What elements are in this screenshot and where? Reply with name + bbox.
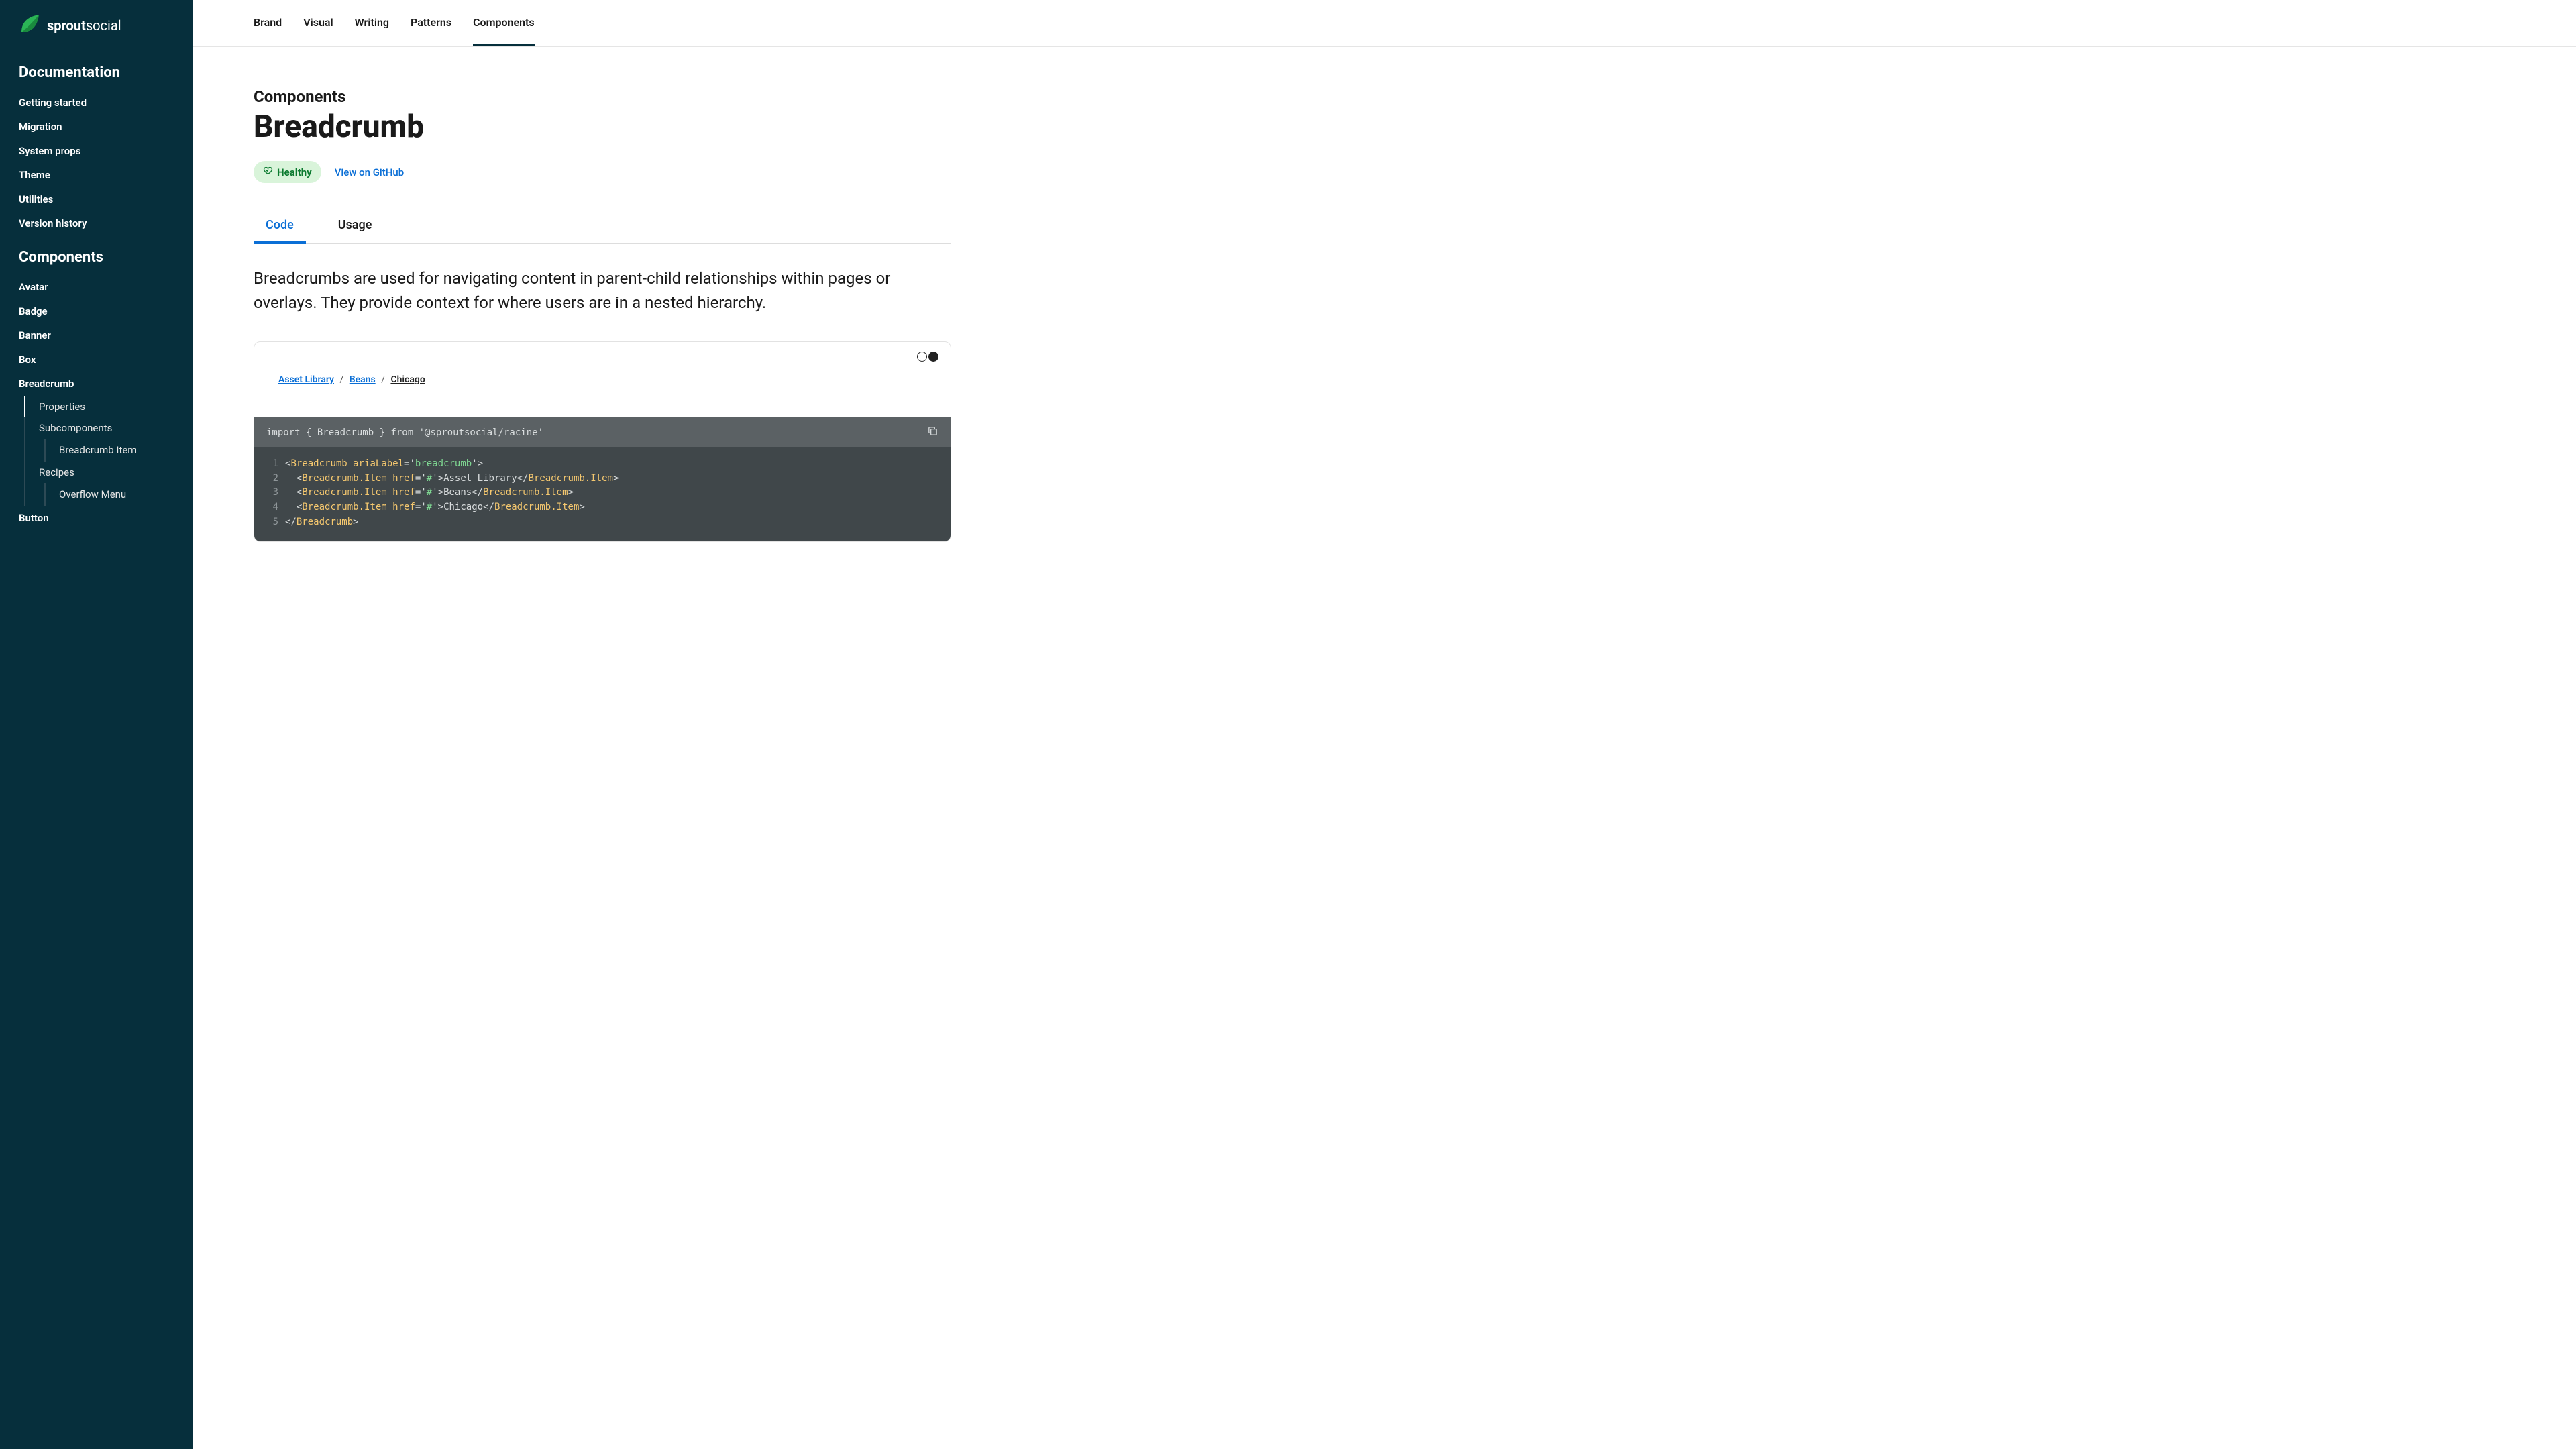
sidebar-item-banner[interactable]: Banner: [0, 323, 193, 347]
sidebar-item-box[interactable]: Box: [0, 347, 193, 372]
main: Brand Visual Writing Patterns Components…: [193, 0, 2576, 1449]
sidebar-item-migration[interactable]: Migration: [0, 115, 193, 139]
copy-icon[interactable]: [927, 425, 938, 439]
nav-writing[interactable]: Writing: [355, 0, 389, 46]
nav-visual[interactable]: Visual: [303, 0, 333, 46]
sidebar-sub-properties[interactable]: Properties: [0, 396, 193, 417]
code-line: 5</Breadcrumb>: [266, 515, 938, 530]
sidebar-item-system-props[interactable]: System props: [0, 139, 193, 163]
sidebar-sub-subcomponents[interactable]: Subcomponents: [0, 417, 193, 439]
status-badge: Healthy: [254, 161, 321, 183]
theme-toggle: [917, 352, 938, 362]
tab-code[interactable]: Code: [254, 211, 306, 244]
sidebar-item-button[interactable]: Button: [0, 506, 193, 530]
code-line: 4 <Breadcrumb.Item href='#'>Chicago</Bre…: [266, 500, 938, 515]
sidebar: sproutsocial Documentation Getting start…: [0, 0, 193, 1449]
crumb-asset-library[interactable]: Asset Library: [278, 374, 334, 385]
theme-dark-button[interactable]: [928, 352, 938, 362]
content: Components Breadcrumb Healthy View on Gi…: [193, 47, 1012, 569]
import-bar: import { Breadcrumb } from '@sproutsocia…: [254, 417, 951, 447]
leaf-icon: [19, 13, 40, 38]
code-line: 1<Breadcrumb ariaLabel='breadcrumb'>: [266, 457, 938, 472]
crumb-beans[interactable]: Beans: [350, 374, 376, 385]
theme-light-button[interactable]: [917, 352, 927, 362]
sidebar-item-getting-started[interactable]: Getting started: [0, 91, 193, 115]
import-statement: import { Breadcrumb } from '@sproutsocia…: [266, 427, 543, 438]
example-card: Asset Library / Beans / Chicago import {…: [254, 341, 951, 542]
crumb-separator: /: [378, 374, 388, 385]
sidebar-item-avatar[interactable]: Avatar: [0, 275, 193, 299]
nav-patterns[interactable]: Patterns: [411, 0, 451, 46]
sidebar-sub-breadcrumb-item[interactable]: Breadcrumb Item: [0, 439, 193, 462]
code-line: 2 <Breadcrumb.Item href='#'>Asset Librar…: [266, 472, 938, 486]
top-nav: Brand Visual Writing Patterns Components: [193, 0, 2576, 47]
sidebar-item-theme[interactable]: Theme: [0, 163, 193, 187]
code-block[interactable]: 1<Breadcrumb ariaLabel='breadcrumb'> 2 <…: [254, 447, 951, 541]
logo[interactable]: sproutsocial: [0, 13, 193, 51]
page-eyebrow: Components: [254, 87, 951, 106]
sidebar-item-breadcrumb[interactable]: Breadcrumb: [0, 372, 193, 396]
breadcrumb-demo: Asset Library / Beans / Chicago: [278, 374, 926, 385]
sidebar-item-version-history[interactable]: Version history: [0, 211, 193, 235]
tab-usage[interactable]: Usage: [326, 211, 384, 244]
status-badge-label: Healthy: [277, 166, 312, 178]
lead-paragraph: Breadcrumbs are used for navigating cont…: [254, 266, 951, 315]
heart-icon: [263, 166, 273, 178]
sidebar-sub-overflow-menu[interactable]: Overflow Menu: [0, 483, 193, 506]
sidebar-heading-documentation: Documentation: [0, 51, 193, 91]
logo-text: sproutsocial: [47, 17, 121, 34]
meta-row: Healthy View on GitHub: [254, 161, 951, 183]
crumb-chicago[interactable]: Chicago: [390, 374, 425, 385]
sidebar-item-utilities[interactable]: Utilities: [0, 187, 193, 211]
sidebar-heading-components: Components: [0, 235, 193, 275]
code-line: 3 <Breadcrumb.Item href='#'>Beans</Bread…: [266, 486, 938, 500]
sidebar-sub-recipes[interactable]: Recipes: [0, 462, 193, 483]
view-on-github-link[interactable]: View on GitHub: [335, 166, 404, 178]
nav-brand[interactable]: Brand: [254, 0, 282, 46]
nav-components[interactable]: Components: [473, 0, 535, 46]
content-tabs: Code Usage: [254, 211, 951, 244]
page-title: Breadcrumb: [254, 109, 951, 145]
crumb-separator: /: [336, 374, 347, 385]
example-preview: Asset Library / Beans / Chicago: [254, 342, 951, 417]
sidebar-item-badge[interactable]: Badge: [0, 299, 193, 323]
